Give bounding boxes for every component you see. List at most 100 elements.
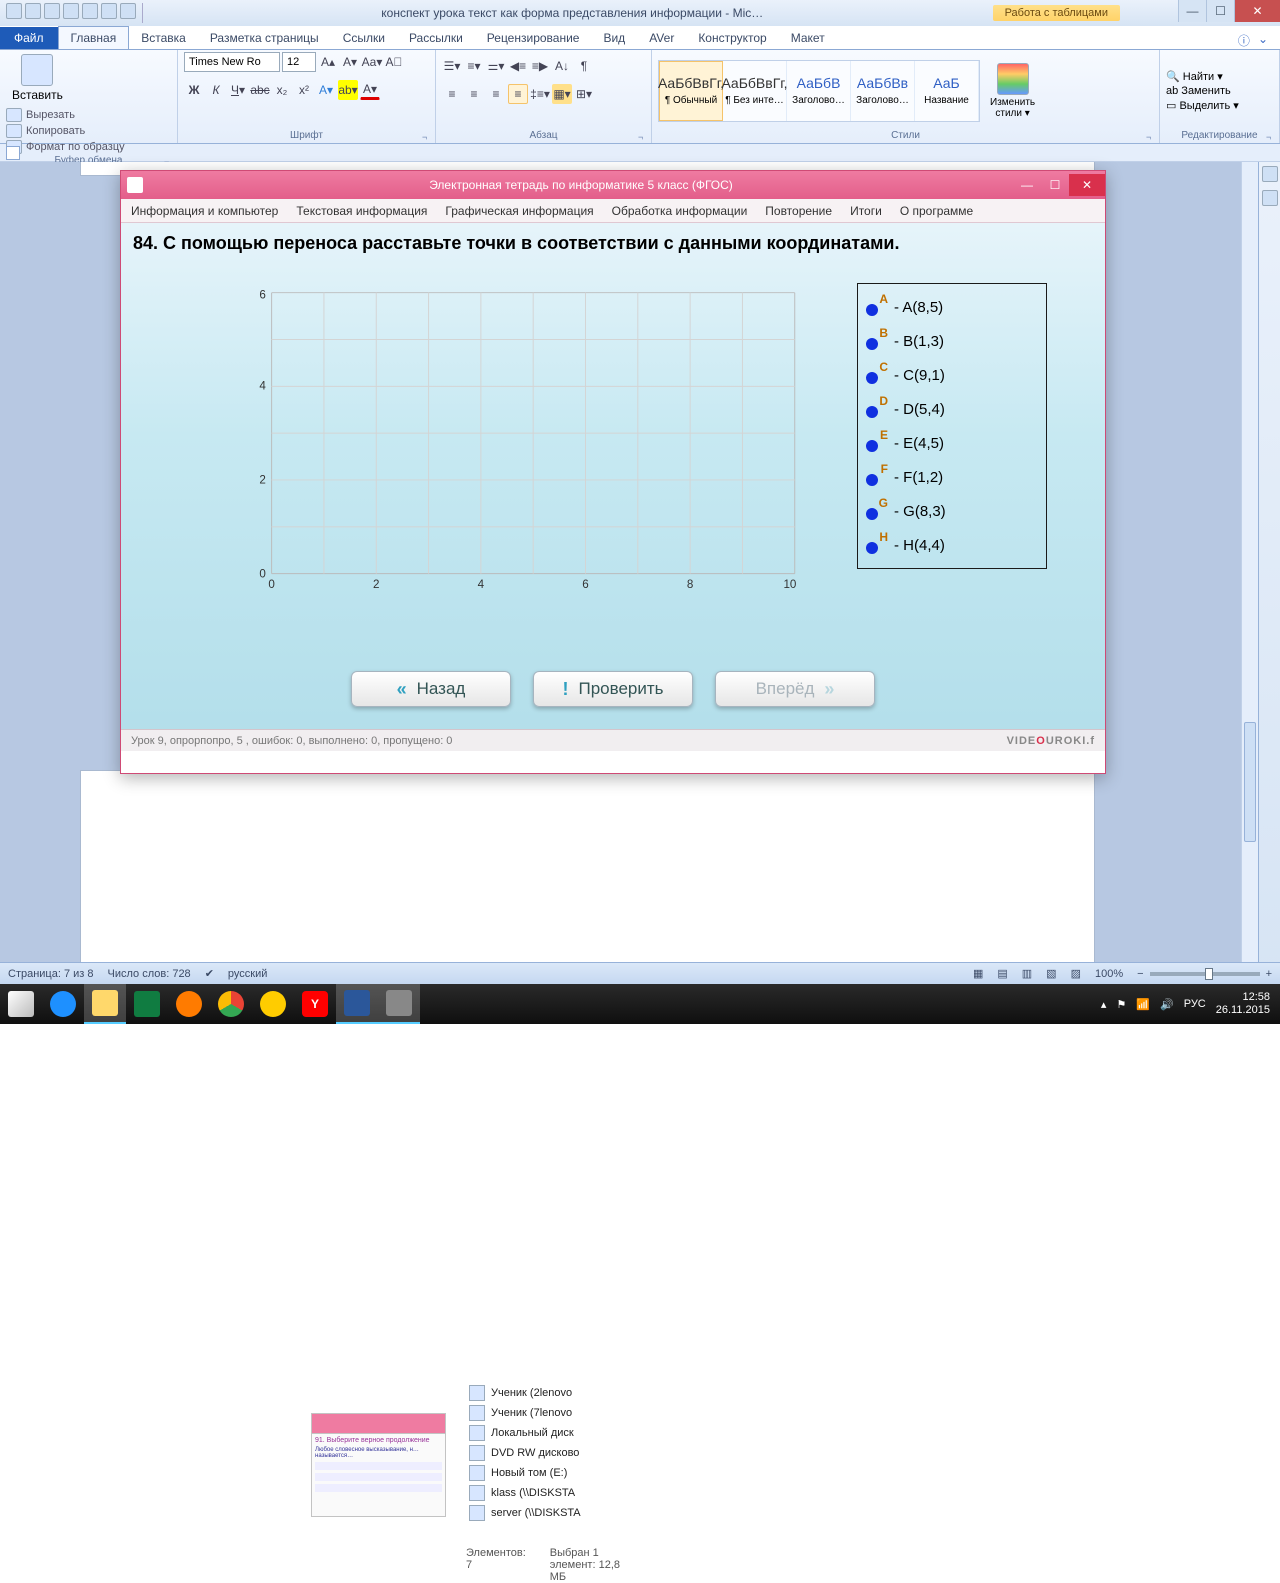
find-button[interactable]: 🔍 Найти ▾	[1166, 70, 1239, 83]
taskbar-app-icon[interactable]	[378, 984, 420, 1024]
redo-icon[interactable]	[63, 3, 79, 19]
borders-icon[interactable]: ⊞▾	[574, 84, 594, 104]
tray-clock[interactable]: 12:5826.11.2015	[1216, 991, 1270, 1017]
cut-button[interactable]: Вырезать	[6, 108, 125, 122]
taskbar-chrome-icon[interactable]	[210, 984, 252, 1024]
explorer-item[interactable]: Ученик (7lenovo	[469, 1403, 629, 1423]
explorer-item[interactable]: klass (\\DISKSTA	[469, 1483, 629, 1503]
app-menu-item[interactable]: Текстовая информация	[296, 204, 427, 218]
indent-dec-icon[interactable]: ◀≡	[508, 56, 528, 76]
taskbar-yandex-icon[interactable]	[252, 984, 294, 1024]
app-menu-item[interactable]: О программе	[900, 204, 973, 218]
sort-icon[interactable]: A↓	[552, 56, 572, 76]
bullets-icon[interactable]: ☰▾	[442, 56, 462, 76]
app-menu-item[interactable]: Графическая информация	[445, 204, 593, 218]
start-button[interactable]	[0, 984, 42, 1024]
clear-format-icon[interactable]: A⃠	[384, 52, 404, 72]
ribbon-help[interactable]: ⓘ⌄	[1238, 32, 1280, 49]
show-marks-icon[interactable]: ¶	[574, 56, 594, 76]
taskbar-word-icon[interactable]	[336, 984, 378, 1024]
save-icon[interactable]	[25, 3, 41, 19]
multilevel-icon[interactable]: ⚌▾	[486, 56, 506, 76]
app-menu-item[interactable]: Информация и компьютер	[131, 204, 278, 218]
tab-mailings[interactable]: Рассылки	[397, 27, 475, 49]
tab-review[interactable]: Рецензирование	[475, 27, 592, 49]
view-draft-icon[interactable]: ▨	[1071, 967, 1081, 980]
point-draggable[interactable]: D- D(5,4)	[866, 392, 1038, 426]
font-size-select[interactable]: 12	[282, 52, 316, 72]
change-case-icon[interactable]: Aa▾	[362, 52, 382, 72]
numbering-icon[interactable]: ≡▾	[464, 56, 484, 76]
bold-icon[interactable]: Ж	[184, 80, 204, 100]
taskbar-excel-icon[interactable]	[126, 984, 168, 1024]
coordinate-grid[interactable]: 0 2 4 6 8 10 0 2 4 6	[251, 283, 796, 593]
tab-page-layout[interactable]: Разметка страницы	[198, 27, 331, 49]
explorer-item[interactable]: DVD RW дисково	[469, 1443, 629, 1463]
point-draggable[interactable]: F- F(1,2)	[866, 460, 1038, 494]
tray-volume-icon[interactable]: 🔊	[1160, 998, 1174, 1011]
styles-gallery[interactable]: АаБбВвГг,¶ ОбычныйАаБбВвГг,¶ Без инте…Аа…	[658, 60, 980, 122]
tab-view[interactable]: Вид	[591, 27, 637, 49]
tab-home[interactable]: Главная	[58, 26, 130, 49]
vertical-scrollbar[interactable]	[1241, 162, 1258, 1002]
indent-inc-icon[interactable]: ≡▶	[530, 56, 550, 76]
italic-icon[interactable]: К	[206, 80, 226, 100]
minimize-button[interactable]: —	[1178, 0, 1206, 22]
page-indicator[interactable]: Страница: 7 из 8	[8, 968, 94, 980]
nav-pane-icon[interactable]	[1262, 190, 1278, 206]
point-draggable[interactable]: C- C(9,1)	[866, 358, 1038, 392]
zoom-slider[interactable]: −+	[1137, 968, 1272, 980]
point-draggable[interactable]: G- G(8,3)	[866, 494, 1038, 528]
close-button[interactable]: ✕	[1234, 0, 1280, 22]
paste-button[interactable]: Вставить	[6, 52, 69, 104]
view-read-icon[interactable]: ▤	[997, 967, 1007, 980]
tab-aver[interactable]: AVer	[637, 27, 686, 49]
explorer-item[interactable]: Новый том (E:)	[469, 1463, 629, 1483]
tab-insert[interactable]: Вставка	[129, 27, 198, 49]
word-icon[interactable]	[6, 3, 22, 19]
language-indicator[interactable]: русский	[228, 968, 267, 980]
shading-icon[interactable]: ▦▾	[552, 84, 572, 104]
app-minimize-button[interactable]: —	[1013, 174, 1041, 196]
table-tools-tab[interactable]: Работа с таблицами	[993, 5, 1120, 21]
taskbar-explorer-icon[interactable]	[84, 984, 126, 1024]
style-item[interactable]: АаБбВвГг,¶ Без инте…	[723, 61, 787, 121]
system-tray[interactable]: ▴ ⚑ 📶 🔊 РУС 12:5826.11.2015	[1101, 991, 1280, 1017]
point-draggable[interactable]: A- A(8,5)	[866, 290, 1038, 324]
app-close-button[interactable]: ✕	[1069, 174, 1105, 196]
explorer-item[interactable]: server (\\DISKSTA	[469, 1503, 629, 1523]
align-center-icon[interactable]: ≡	[464, 84, 484, 104]
tray-up-icon[interactable]: ▴	[1101, 998, 1107, 1011]
point-draggable[interactable]: B- B(1,3)	[866, 324, 1038, 358]
explorer-item[interactable]: Ученик (2lenovo	[469, 1383, 629, 1403]
forward-button[interactable]: Вперёд»	[715, 671, 875, 707]
superscript-icon[interactable]: x²	[294, 80, 314, 100]
align-right-icon[interactable]: ≡	[486, 84, 506, 104]
text-effects-icon[interactable]: A▾	[316, 80, 336, 100]
strike-icon[interactable]: abc	[250, 80, 270, 100]
tab-design[interactable]: Конструктор	[686, 27, 778, 49]
replace-button[interactable]: ab Заменить	[1166, 85, 1239, 97]
justify-icon[interactable]: ≡	[508, 84, 528, 104]
new-icon[interactable]	[82, 3, 98, 19]
select-button[interactable]: ▭ Выделить ▾	[1166, 99, 1239, 112]
word-count[interactable]: Число слов: 728	[108, 968, 191, 980]
change-styles-button[interactable]: Изменить стили ▾	[984, 61, 1041, 121]
file-tab[interactable]: Файл	[0, 27, 58, 49]
app-menu-item[interactable]: Повторение	[765, 204, 832, 218]
style-item[interactable]: АаБбВЗаголово…	[787, 61, 851, 121]
underline-icon[interactable]: Ч▾	[228, 80, 248, 100]
line-spacing-icon[interactable]: ‡≡▾	[530, 84, 550, 104]
point-draggable[interactable]: E- E(4,5)	[866, 426, 1038, 460]
font-color-icon[interactable]: A▾	[360, 80, 380, 100]
font-name-select[interactable]: Times New Ro	[184, 52, 280, 72]
app-maximize-button[interactable]: ☐	[1041, 174, 1069, 196]
tab-references[interactable]: Ссылки	[331, 27, 397, 49]
highlight-icon[interactable]: ab▾	[338, 80, 358, 100]
app-menu-item[interactable]: Итоги	[850, 204, 882, 218]
grow-font-icon[interactable]: A▴	[318, 52, 338, 72]
check-button[interactable]: !Проверить	[533, 671, 693, 707]
app-menu-item[interactable]: Обработка информации	[612, 204, 748, 218]
ruler-toggle-icon[interactable]	[1262, 166, 1278, 182]
tab-layout[interactable]: Макет	[779, 27, 837, 49]
